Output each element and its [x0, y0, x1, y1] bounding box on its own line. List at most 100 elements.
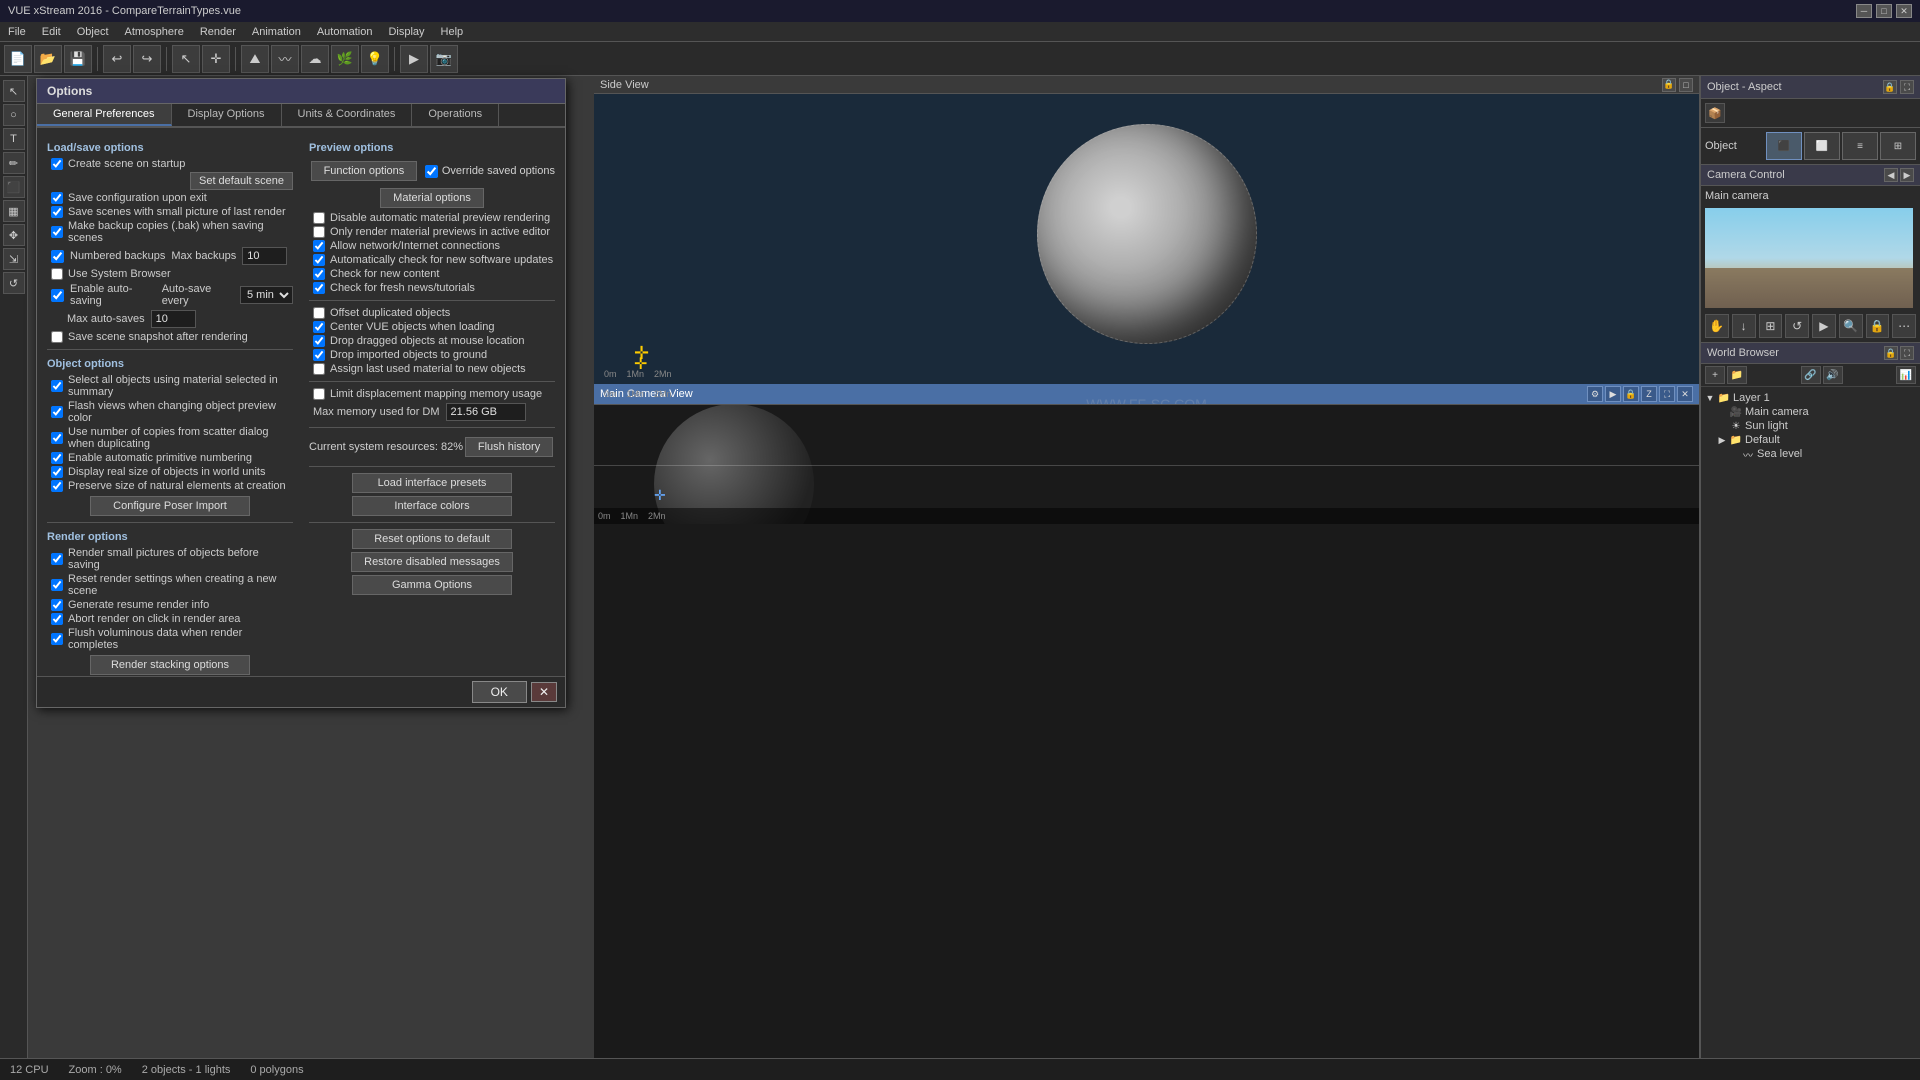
wb-expand[interactable]: ⛶ [1900, 346, 1914, 360]
cb-preserve-size-input[interactable] [51, 480, 63, 492]
wb-lock[interactable]: 🔒 [1884, 346, 1898, 360]
close-button[interactable]: ✕ [1896, 4, 1912, 18]
tool-select[interactable]: ↖ [172, 45, 200, 73]
tree-default[interactable]: ▶ 📁 Default [1705, 433, 1916, 447]
wb-link[interactable]: 🔗 [1801, 366, 1821, 384]
wb-sound[interactable]: 🔊 [1823, 366, 1843, 384]
cam-ctrl-hand[interactable]: ✋ [1705, 314, 1729, 338]
gamma-options-button[interactable]: Gamma Options [352, 575, 512, 595]
tool-camera[interactable]: 📷 [430, 45, 458, 73]
cb-assign-material-input[interactable] [313, 363, 325, 375]
wb-chart[interactable]: 📊 [1896, 366, 1916, 384]
tool-light[interactable]: 💡 [361, 45, 389, 73]
cb-new-content-input[interactable] [313, 268, 325, 280]
tree-sea-level[interactable]: 〰 Sea level [1705, 447, 1916, 461]
menu-help[interactable]: Help [433, 24, 472, 40]
sidebar-gradient-icon[interactable]: ▦ [3, 200, 25, 222]
set-default-scene-button[interactable]: Set default scene [190, 172, 293, 190]
tool-plant[interactable]: 🌿 [331, 45, 359, 73]
interface-colors-button[interactable]: Interface colors [352, 496, 512, 516]
cb-drop-imported-input[interactable] [313, 349, 325, 361]
cb-center-vue-input[interactable] [313, 321, 325, 333]
wb-add[interactable]: + [1705, 366, 1725, 384]
sidebar-pointer-icon[interactable]: ↖ [3, 80, 25, 102]
cb-disable-auto-preview-input[interactable] [313, 212, 325, 224]
material-options-button[interactable]: Material options [380, 188, 484, 208]
cb-auto-save[interactable] [51, 289, 64, 302]
tree-sun-light[interactable]: ☀ Sun light [1705, 419, 1916, 433]
tool-render[interactable]: ▶ [400, 45, 428, 73]
cb-snapshot-input[interactable] [51, 331, 63, 343]
side-view-lock[interactable]: 🔒 [1662, 78, 1676, 92]
load-presets-button[interactable]: Load interface presets [352, 473, 512, 493]
cb-auto-check-input[interactable] [313, 254, 325, 266]
cb-offset-dup-input[interactable] [313, 307, 325, 319]
cam-view-settings[interactable]: ⚙ [1587, 386, 1603, 402]
tab-operations[interactable]: Operations [412, 104, 499, 126]
tool-redo[interactable]: ↪ [133, 45, 161, 73]
cb-create-scene-input[interactable] [51, 158, 63, 170]
object-icon-1[interactable]: 📦 [1705, 103, 1725, 123]
menu-edit[interactable]: Edit [34, 24, 69, 40]
cb-system-browser-input[interactable] [51, 268, 63, 280]
cam-ctrl-magnify[interactable]: 🔍 [1839, 314, 1863, 338]
object-tab-2[interactable]: ⬜ [1804, 132, 1840, 160]
cam-ctrl-lock[interactable]: 🔒 [1866, 314, 1890, 338]
auto-save-every-select[interactable]: 5 min [240, 286, 293, 304]
tool-open[interactable]: 📂 [34, 45, 62, 73]
menu-display[interactable]: Display [380, 24, 432, 40]
tool-save[interactable]: 💾 [64, 45, 92, 73]
maximize-button[interactable]: □ [1876, 4, 1892, 18]
sidebar-scale-icon[interactable]: ⇲ [3, 248, 25, 270]
dialog-close-button[interactable]: ✕ [531, 682, 557, 702]
cb-flash-views-input[interactable] [51, 406, 63, 418]
cb-override-saved[interactable] [425, 165, 438, 178]
object-tab-3[interactable]: ≡ [1842, 132, 1878, 160]
function-options-button[interactable]: Function options [311, 161, 418, 181]
max-backups-input[interactable] [242, 247, 287, 265]
tab-general-preferences[interactable]: General Preferences [37, 104, 172, 126]
max-memory-input[interactable] [446, 403, 526, 421]
cam-view-expand[interactable]: ⛶ [1659, 386, 1675, 402]
cb-save-config-input[interactable] [51, 192, 63, 204]
cam-ctrl-down[interactable]: ↓ [1732, 314, 1756, 338]
object-aspect-expand[interactable]: ⛶ [1900, 80, 1914, 94]
cb-fresh-news-input[interactable] [313, 282, 325, 294]
cam-view-close[interactable]: ✕ [1677, 386, 1693, 402]
cb-save-small-input[interactable] [51, 206, 63, 218]
cb-resume-render-input[interactable] [51, 599, 63, 611]
object-aspect-lock[interactable]: 🔒 [1883, 80, 1897, 94]
sidebar-pen-icon[interactable]: ✏ [3, 152, 25, 174]
menu-atmosphere[interactable]: Atmosphere [117, 24, 192, 40]
tool-water[interactable]: 〰 [271, 45, 299, 73]
max-auto-saves-input[interactable] [151, 310, 196, 328]
cb-abort-render-input[interactable] [51, 613, 63, 625]
menu-automation[interactable]: Automation [309, 24, 381, 40]
tool-new[interactable]: 📄 [4, 45, 32, 73]
restore-disabled-button[interactable]: Restore disabled messages [351, 552, 513, 572]
tool-undo[interactable]: ↩ [103, 45, 131, 73]
sidebar-rotate-icon[interactable]: ↺ [3, 272, 25, 294]
menu-file[interactable]: File [0, 24, 34, 40]
cam-view-lock[interactable]: 🔒 [1623, 386, 1639, 402]
cb-numbered-backups[interactable] [51, 250, 64, 263]
sidebar-fill-icon[interactable]: ⬛ [3, 176, 25, 198]
cb-limit-disp-input[interactable] [313, 388, 325, 400]
cb-render-small-input[interactable] [51, 553, 63, 565]
cb-network-input[interactable] [313, 240, 325, 252]
cam-ctrl-reset[interactable]: ↺ [1785, 314, 1809, 338]
sidebar-circle-icon[interactable]: ○ [3, 104, 25, 126]
sidebar-text-icon[interactable]: T [3, 128, 25, 150]
cb-only-active-editor-input[interactable] [313, 226, 325, 238]
camera-prev[interactable]: ◀ [1884, 168, 1898, 182]
cam-ctrl-more[interactable]: ⋯ [1892, 314, 1916, 338]
menu-animation[interactable]: Animation [244, 24, 309, 40]
tool-terrain[interactable]: ⛰ [241, 45, 269, 73]
render-stacking-button[interactable]: Render stacking options [90, 655, 250, 675]
side-view-expand[interactable]: □ [1679, 78, 1693, 92]
cb-primitive-numbering-input[interactable] [51, 452, 63, 464]
cb-backup-input[interactable] [51, 226, 63, 238]
tree-main-camera[interactable]: 🎥 Main camera [1705, 405, 1916, 419]
cam-ctrl-play[interactable]: ▶ [1812, 314, 1836, 338]
camera-next[interactable]: ▶ [1900, 168, 1914, 182]
